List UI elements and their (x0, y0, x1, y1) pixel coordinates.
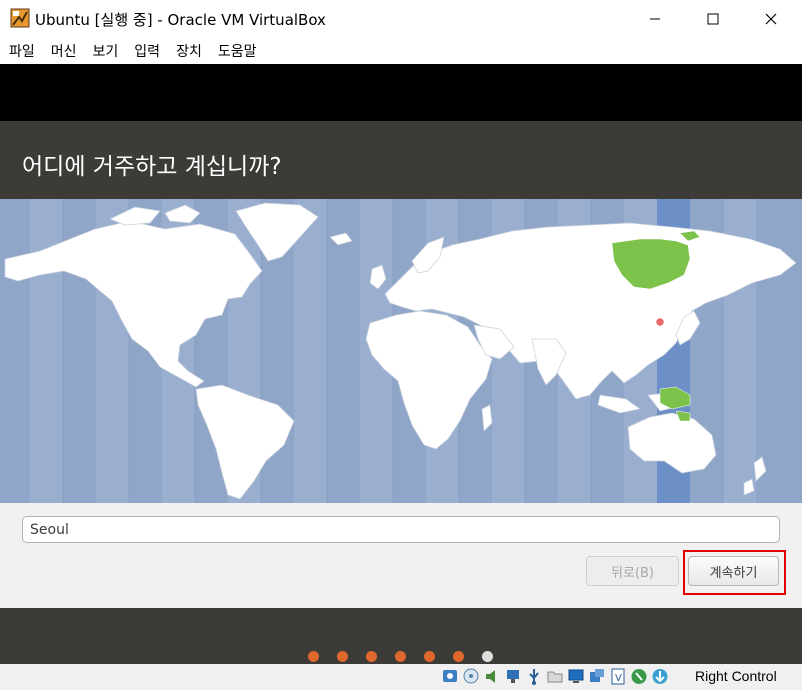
world-map[interactable] (0, 199, 802, 503)
capture-icon[interactable] (588, 667, 606, 686)
step-dot (308, 651, 319, 662)
maximize-icon (707, 13, 719, 25)
svg-text:V: V (615, 673, 622, 684)
step-indicator (308, 651, 493, 662)
close-button[interactable] (742, 0, 800, 38)
hard-disk-icon[interactable] (441, 667, 459, 686)
display-icon[interactable] (567, 667, 585, 686)
close-icon (765, 13, 777, 25)
network-icon[interactable] (504, 667, 522, 686)
step-dot (424, 651, 435, 662)
maximize-button[interactable] (684, 0, 742, 38)
timezone-map[interactable] (0, 199, 802, 503)
installer-footer (0, 608, 802, 664)
timezone-input[interactable] (22, 516, 780, 543)
menu-view[interactable]: 보기 (84, 41, 126, 61)
window-title: Ubuntu [실행 중] - Oracle VM VirtualBox (35, 11, 326, 29)
menu-input[interactable]: 입력 (125, 41, 167, 61)
back-button[interactable]: 뒤로(B) (586, 556, 679, 586)
title-bar: Ubuntu [실행 중] - Oracle VM VirtualBox (0, 0, 802, 38)
location-pin-icon (654, 316, 666, 328)
step-dot (453, 651, 464, 662)
audio-icon[interactable] (483, 667, 501, 686)
menu-help[interactable]: 도움말 (209, 41, 264, 61)
video-capture-icon[interactable]: V (609, 667, 627, 686)
optical-drive-icon[interactable] (462, 667, 480, 686)
host-key-label: Right Control (695, 668, 777, 684)
step-dot (366, 651, 377, 662)
status-bar: V Right Control (0, 664, 802, 690)
menu-bar: 파일 머신 보기 입력 장치 도움말 (0, 38, 802, 64)
step-dot (395, 651, 406, 662)
keyboard-capture-icon[interactable] (651, 667, 669, 686)
menu-devices[interactable]: 장치 (167, 41, 209, 61)
highlight-annotation (683, 550, 786, 595)
vm-top-bar (0, 64, 802, 121)
minimize-button[interactable] (626, 0, 684, 38)
virtualbox-app-icon (10, 8, 30, 28)
step-dot-current (482, 651, 493, 662)
minimize-icon (650, 18, 660, 20)
shared-folder-icon[interactable] (546, 667, 564, 686)
installer-header: 어디에 거주하고 계십니까? (0, 121, 802, 199)
menu-file[interactable]: 파일 (0, 41, 42, 61)
mouse-integration-icon[interactable] (630, 667, 648, 686)
menu-machine[interactable]: 머신 (42, 41, 84, 61)
usb-icon[interactable] (525, 667, 543, 686)
step-dot (337, 651, 348, 662)
page-title: 어디에 거주하고 계십니까? (22, 154, 282, 180)
installer-form: 뒤로(B) 계속하기 (0, 503, 802, 608)
